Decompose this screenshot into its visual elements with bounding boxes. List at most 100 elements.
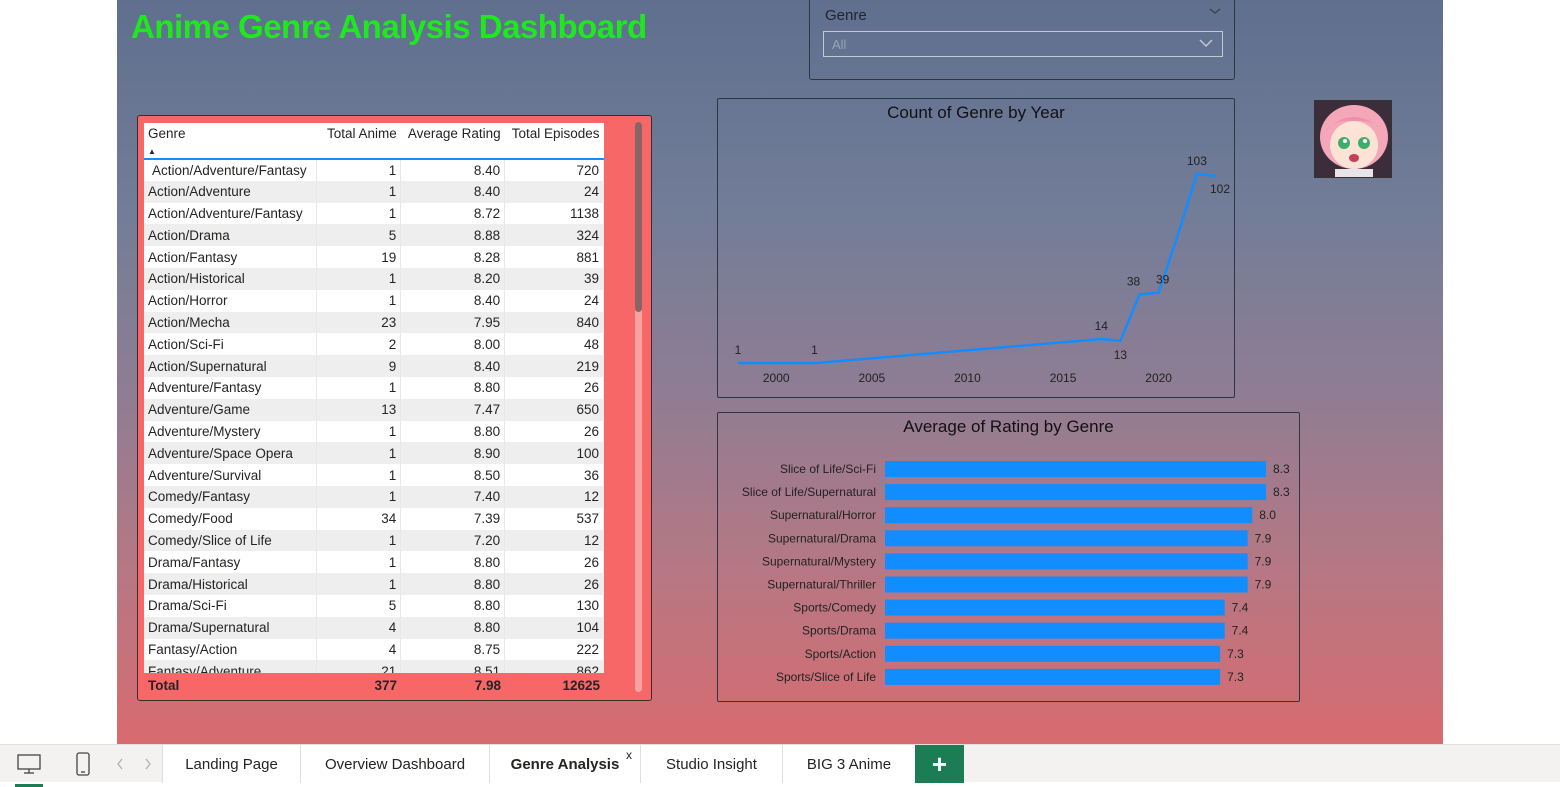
table-row[interactable]: Drama/Sci-Fi 5 8.80 130 [144,594,604,617]
rating-bar[interactable] [885,530,1248,547]
table-body: Action/Adventure/Fantasy 1 8.40 720 Action/A… [144,159,604,673]
genre-table[interactable]: Genre ▲ Total Anime Average Rating Total … [144,123,604,673]
cell-genre: Action/Supernatural [144,355,318,377]
table-row[interactable]: Adventure/Game 13 7.47 650 [144,398,604,421]
dashboard-title: Anime Genre Analysis Dashboard [131,8,647,45]
bar-data-label: 7.9 [1255,554,1272,568]
table-row[interactable]: Drama/Historical 1 8.80 26 [144,573,604,595]
tab-big-3-anime[interactable]: BIG 3 Anime [782,745,915,783]
table-row[interactable]: Comedy/Fantasy 1 7.40 12 [144,485,604,508]
genre-slicer[interactable]: Genre All [809,0,1235,80]
add-page-button[interactable]: + [915,745,964,783]
tab-studio-insight[interactable]: Studio Insight [640,745,782,783]
cell-total-episodes: 130 [504,594,604,617]
chevron-left-icon[interactable] [115,757,125,776]
column-header-genre[interactable]: Genre ▲ [144,123,317,160]
cell-total-anime: 23 [316,311,402,334]
chevron-down-icon[interactable] [1198,37,1214,51]
cell-average-rating: 8.40 [400,355,506,377]
close-tab-icon[interactable]: x [626,748,632,762]
table-row[interactable]: Fantasy/Action 4 8.75 222 [144,638,604,661]
line-data-label: 39 [1156,273,1170,287]
table-row[interactable]: Action/Horror 1 8.40 24 [144,289,604,312]
cell-total-anime: 19 [316,246,402,268]
bar-data-label: 7.9 [1255,578,1272,592]
chevron-up-icon[interactable] [1208,5,1222,19]
table-row[interactable]: Comedy/Food 34 7.39 537 [144,507,604,530]
line-chart-svg: 1 1 14 13 38 39 103102 2000 2005 2010 2015 2020 [735,154,1231,385]
column-header-average-rating[interactable]: Average Rating [400,123,505,160]
table-row[interactable]: Adventure/Fantasy 1 8.80 26 [144,376,604,399]
rating-bar[interactable] [885,507,1253,524]
column-header-total-episodes[interactable]: Total Episodes [504,123,604,160]
tab-overview-dashboard[interactable]: Overview Dashboard [300,745,489,783]
cell-average-rating: 8.40 [400,159,506,181]
cell-average-rating: 8.40 [400,289,506,312]
bar-category-label: Supernatural/Mystery [762,554,876,568]
table-row[interactable]: Drama/Fantasy 1 8.80 26 [144,551,604,574]
line-data-label: 102 [1210,182,1230,196]
table-row[interactable]: Adventure/Survival 1 8.50 36 [144,464,604,486]
table-row[interactable]: Action/Supernatural 9 8.40 219 [144,355,604,377]
chevron-right-icon[interactable] [143,757,153,776]
table-row[interactable]: Action/Adventure 1 8.40 24 [144,180,604,203]
table-row[interactable]: Fantasy/Adventure 21 8.51 862 [144,660,604,673]
line-data-label: 14 [1095,319,1109,333]
cell-genre: Action/Adventure/Fantasy [144,159,318,181]
cell-genre: Adventure/Survival [144,464,318,486]
table-scrollbar[interactable] [635,122,642,692]
rating-bar[interactable] [885,576,1248,593]
cell-total-anime: 13 [316,398,402,421]
table-row[interactable]: Comedy/Slice of Life 1 7.20 12 [144,529,604,552]
slicer-dropdown[interactable]: All [823,31,1223,57]
rating-bar[interactable] [885,645,1221,662]
scrollbar-thumb[interactable] [635,122,642,312]
table-row[interactable]: Action/Mecha 23 7.95 840 [144,311,604,334]
cell-genre: Drama/Historical [144,573,318,595]
rating-bar[interactable] [885,599,1225,616]
tab-genre-analysis[interactable]: Genre Analysis [489,745,640,783]
cell-average-rating: 8.20 [400,267,506,290]
cell-average-rating: 7.40 [400,485,506,508]
cell-genre: Adventure/Fantasy [144,376,318,399]
table-row[interactable]: Action/Historical 1 8.20 39 [144,267,604,290]
total-episodes: 12625 [562,677,600,693]
table-row[interactable]: Adventure/Mystery 1 8.80 26 [144,420,604,443]
table-row[interactable]: Action/Adventure/Fantasy 1 8.72 1138 [144,202,604,225]
rating-bar[interactable] [885,668,1221,685]
rating-by-genre-chart[interactable]: Average of Rating by Genre Slice of Life… [717,412,1300,702]
cell-genre: Action/Drama [144,224,318,247]
cell-total-episodes: 26 [504,573,604,595]
rating-bar[interactable] [885,461,1266,477]
mobile-view-icon[interactable] [73,751,93,782]
cell-average-rating: 8.75 [400,638,506,661]
count-by-year-chart[interactable]: Count of Genre by Year 1 1 14 13 38 39 103 102 2… [717,98,1235,398]
table-row[interactable]: Adventure/Space Opera 1 8.90 100 [144,442,604,465]
cell-average-rating: 8.90 [400,442,506,465]
column-header-total-anime[interactable]: Total Anime [316,123,401,160]
cell-total-episodes: 12 [504,485,604,508]
table-row[interactable]: Action/Fantasy 19 8.28 881 [144,246,604,268]
cell-total-episodes: 222 [504,638,604,661]
tab-landing-page[interactable]: Landing Page [162,745,300,783]
rating-bar[interactable] [885,484,1266,501]
cell-total-anime: 1 [316,289,402,312]
bar-category-label: Supernatural/Thriller [767,578,876,592]
table-row[interactable]: Drama/Supernatural 4 8.80 104 [144,616,604,639]
cell-average-rating: 8.72 [400,202,506,225]
rating-bar[interactable] [885,622,1225,639]
bar-category-label: Slice of Life/Supernatural [742,485,876,499]
cell-total-anime: 1 [316,464,402,486]
cell-total-anime: 5 [316,594,402,617]
rating-bar[interactable] [885,553,1248,570]
table-row[interactable]: Action/Adventure/Fantasy 1 8.40 720 [144,159,604,181]
cell-average-rating: 7.20 [400,529,506,552]
x-axis-tick-label: 2000 [763,371,790,385]
table-row[interactable]: Action/Sci-Fi 2 8.00 48 [144,333,604,356]
cell-total-anime: 1 [316,159,402,181]
table-row[interactable]: Action/Drama 5 8.88 324 [144,224,604,247]
cell-total-anime: 1 [316,202,402,225]
total-anime: 377 [374,677,397,693]
count-series-line[interactable] [738,172,1217,365]
cell-average-rating: 8.80 [400,551,506,574]
